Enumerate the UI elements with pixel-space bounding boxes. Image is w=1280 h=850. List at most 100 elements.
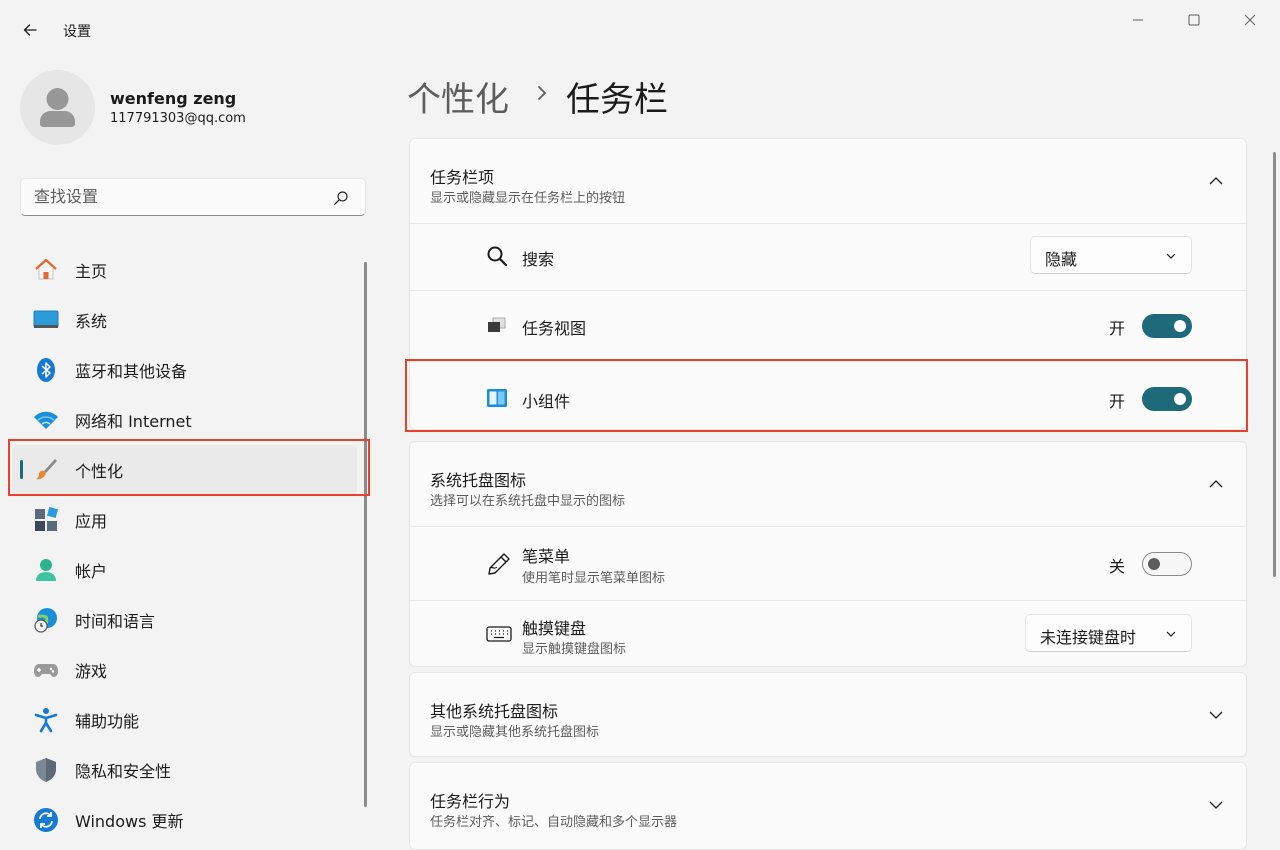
sidebar-item-time-language[interactable]: 时间和语言 — [12, 595, 357, 645]
section-header-system-tray[interactable]: 系统托盘图标 选择可以在系统托盘中显示的图标 — [410, 442, 1246, 526]
sidebar-item-gaming[interactable]: 游戏 — [12, 645, 357, 695]
pen-menu-toggle[interactable] — [1142, 552, 1192, 576]
dropdown-value: 隐藏 — [1045, 250, 1078, 269]
sidebar-item-label: 辅助功能 — [75, 712, 140, 731]
chevron-down-icon — [1166, 253, 1176, 259]
gamepad-icon — [33, 657, 59, 683]
sidebar-item-home[interactable]: 主页 — [12, 245, 357, 295]
sidebar-item-bluetooth[interactable]: 蓝牙和其他设备 — [12, 345, 357, 395]
setting-description: 使用笔时显示笔菜单图标 — [522, 571, 666, 586]
sidebar-item-label: 游戏 — [75, 662, 108, 681]
setting-row-search: 搜索 隐藏 — [410, 223, 1246, 290]
brush-icon — [33, 457, 59, 483]
sidebar-scrollbar[interactable] — [364, 262, 367, 807]
bluetooth-icon — [33, 357, 59, 383]
task-view-icon — [486, 314, 508, 336]
toggle-knob — [1174, 320, 1186, 332]
sidebar-item-accounts[interactable]: 帐户 — [12, 545, 357, 595]
touch-keyboard-dropdown[interactable]: 未连接键盘时 — [1025, 614, 1192, 652]
apps-icon — [33, 507, 59, 533]
widgets-icon — [486, 387, 508, 409]
main-scrollbar[interactable] — [1273, 152, 1276, 577]
close-button[interactable] — [1227, 8, 1273, 32]
sidebar-item-label: 主页 — [75, 262, 108, 281]
section-taskbar-behaviors[interactable]: 任务栏行为 任务栏对齐、标记、自动隐藏和多个显示器 — [409, 762, 1247, 850]
sidebar-item-windows-update[interactable]: Windows 更新 — [12, 795, 357, 845]
setting-label: 笔菜单 — [522, 547, 571, 566]
setting-label: 触摸键盘 — [522, 619, 587, 638]
breadcrumb-parent[interactable]: 个性化 — [407, 72, 509, 121]
setting-label: 小组件 — [522, 392, 571, 411]
section-subtitle: 显示或隐藏其他系统托盘图标 — [430, 725, 600, 740]
section-taskbar-items: 任务栏项 显示或隐藏显示在任务栏上的按钮 搜索 隐藏 任务视图 开 小组件 开 — [409, 138, 1247, 430]
sidebar-item-label: 时间和语言 — [75, 612, 156, 631]
user-avatar-icon — [40, 88, 75, 127]
setting-label: 任务视图 — [522, 319, 587, 338]
section-system-tray: 系统托盘图标 选择可以在系统托盘中显示的图标 笔菜单 使用笔时显示笔菜单图标 关… — [409, 441, 1247, 667]
chevron-up-icon — [1209, 177, 1223, 185]
setting-row-widgets: 小组件 开 — [410, 361, 1246, 429]
section-header-taskbar-items[interactable]: 任务栏项 显示或隐藏显示在任务栏上的按钮 — [410, 139, 1246, 223]
search-icon — [486, 245, 508, 267]
close-icon — [1244, 14, 1256, 26]
setting-row-task-view: 任务视图 开 — [410, 290, 1246, 361]
section-title: 任务栏行为 — [430, 792, 511, 811]
dropdown-value: 未连接键盘时 — [1040, 628, 1137, 647]
chevron-up-icon — [1209, 480, 1223, 488]
section-title: 系统托盘图标 — [430, 471, 527, 490]
home-icon — [33, 257, 59, 283]
section-other-tray-icons[interactable]: 其他系统托盘图标 显示或隐藏其他系统托盘图标 — [409, 672, 1247, 757]
search-mode-dropdown[interactable]: 隐藏 — [1030, 236, 1192, 274]
sidebar-item-label: Windows 更新 — [75, 812, 184, 831]
shield-icon — [33, 757, 59, 783]
sidebar-item-accessibility[interactable]: 辅助功能 — [12, 695, 357, 745]
chevron-down-icon — [1166, 631, 1176, 637]
sidebar-nav: 主页 系统 蓝牙和其他设备 网络和 Internet 个性化 应用 帐户 时间和… — [12, 245, 357, 845]
chevron-down-icon — [1209, 801, 1223, 809]
breadcrumb-chevron-icon — [538, 86, 546, 100]
maximize-icon — [1188, 14, 1200, 26]
globe-clock-icon — [33, 607, 59, 633]
account-icon — [33, 557, 59, 583]
pen-icon — [486, 551, 512, 577]
sidebar-item-system[interactable]: 系统 — [12, 295, 357, 345]
update-icon — [33, 807, 59, 833]
sidebar-item-label: 蓝牙和其他设备 — [75, 362, 188, 381]
sidebar-item-apps[interactable]: 应用 — [12, 495, 357, 545]
maximize-button[interactable] — [1171, 8, 1217, 32]
sidebar-item-label: 个性化 — [75, 462, 124, 481]
search-icon[interactable] — [333, 190, 349, 206]
section-subtitle: 显示或隐藏显示在任务栏上的按钮 — [430, 191, 626, 206]
avatar[interactable] — [20, 70, 95, 145]
setting-row-pen-menu: 笔菜单 使用笔时显示笔菜单图标 关 — [410, 526, 1246, 600]
setting-description: 显示触摸键盘图标 — [522, 642, 627, 657]
task-view-toggle[interactable] — [1142, 314, 1192, 338]
sidebar-item-label: 网络和 Internet — [75, 412, 192, 431]
section-subtitle: 任务栏对齐、标记、自动隐藏和多个显示器 — [430, 815, 678, 830]
toggle-knob — [1148, 558, 1160, 570]
sidebar-item-label: 隐私和安全性 — [75, 762, 172, 781]
section-title: 其他系统托盘图标 — [430, 702, 559, 721]
sidebar-item-network[interactable]: 网络和 Internet — [12, 395, 357, 445]
sidebar-item-label: 系统 — [75, 312, 108, 331]
sidebar-item-personalization[interactable]: 个性化 — [12, 445, 357, 495]
toggle-state-text: 开 — [1109, 319, 1126, 338]
widgets-toggle[interactable] — [1142, 387, 1192, 411]
app-title: 设置 — [63, 24, 91, 40]
toggle-state-text: 关 — [1109, 557, 1126, 576]
sidebar-item-label: 应用 — [75, 512, 108, 531]
back-arrow-icon — [23, 24, 37, 36]
section-title: 任务栏项 — [430, 168, 495, 187]
accessibility-icon — [33, 707, 59, 733]
minimize-button[interactable] — [1115, 8, 1161, 32]
user-email: 117791303@qq.com — [110, 111, 246, 126]
minimize-icon — [1133, 19, 1143, 21]
wifi-icon — [33, 407, 59, 433]
search-input[interactable] — [34, 187, 324, 206]
system-icon — [33, 307, 59, 333]
search-box[interactable] — [20, 178, 366, 216]
page-title: 任务栏 — [566, 80, 668, 120]
back-button[interactable] — [12, 14, 48, 46]
sidebar-item-privacy[interactable]: 隐私和安全性 — [12, 745, 357, 795]
user-name: wenfeng zeng — [110, 89, 237, 108]
